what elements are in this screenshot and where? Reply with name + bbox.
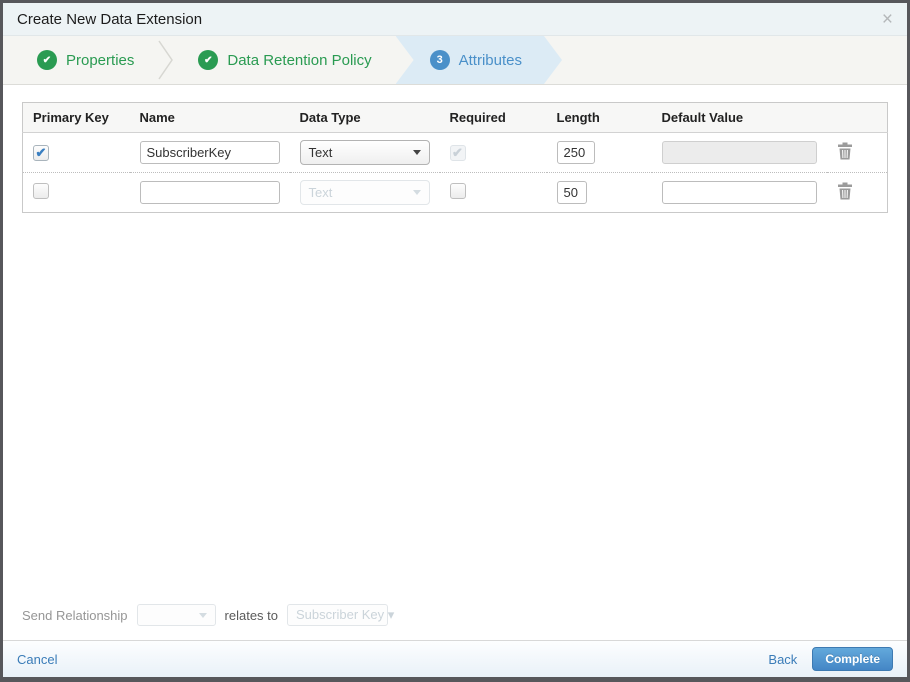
caret-down-icon — [412, 150, 421, 155]
table-header-row: Primary Key Name Data Type Required Leng… — [22, 102, 888, 133]
default-value-input — [661, 141, 817, 164]
back-link[interactable]: Back — [768, 652, 797, 667]
data-type-select[interactable]: Text — [299, 140, 430, 165]
wizard-steps: ✔ Properties ✔ Data Retention Policy 3 A… — [3, 36, 907, 85]
required-checkbox: ✔ — [449, 144, 466, 161]
modal-footer: Cancel Back Complete — [3, 640, 907, 677]
step-label: Data Retention Policy — [227, 51, 372, 69]
col-header-data-type: Data Type — [289, 102, 440, 133]
col-header-required: Required — [439, 102, 547, 133]
trash-icon[interactable] — [837, 182, 853, 203]
name-input[interactable] — [139, 141, 280, 164]
subscriber-key-select: Subscriber Key ▾ — [287, 604, 394, 626]
step-label: Attributes — [458, 51, 522, 69]
chevron-separator-icon — [158, 40, 174, 80]
required-checkbox[interactable] — [449, 183, 466, 199]
name-input[interactable] — [139, 181, 280, 204]
length-input[interactable] — [556, 141, 595, 164]
cancel-link[interactable]: Cancel — [17, 652, 57, 667]
modal-titlebar: Create New Data Extension × — [3, 3, 907, 36]
primary-key-checkbox[interactable] — [33, 183, 49, 199]
col-header-length: Length — [546, 102, 652, 133]
col-header-primary-key: Primary Key — [22, 102, 130, 133]
subscriber-key-value: Subscriber Key ▾ — [296, 607, 395, 622]
col-header-actions — [826, 102, 888, 133]
send-relationship-label: Send Relationship — [22, 607, 128, 623]
step-attributes[interactable]: 3 Attributes — [396, 36, 562, 84]
col-header-default-value: Default Value — [651, 102, 827, 133]
relates-to-label: relates to — [224, 607, 279, 623]
create-data-extension-modal: Create New Data Extension × ✔ Properties… — [0, 0, 910, 682]
data-type-select: Text — [299, 180, 430, 205]
step-data-retention-policy[interactable]: ✔ Data Retention Policy — [174, 36, 395, 84]
send-relationship-row: Send Relationship relates to Subscriber … — [3, 604, 907, 640]
data-type-value: Text — [308, 185, 333, 200]
send-relationship-select — [136, 604, 216, 626]
check-icon: ✔ — [198, 50, 219, 70]
complete-button[interactable]: Complete — [812, 647, 893, 671]
step-number-badge: 3 — [430, 50, 450, 70]
caret-down-icon — [412, 190, 421, 195]
default-value-input[interactable] — [661, 181, 817, 204]
modal-title: Create New Data Extension — [17, 10, 203, 28]
trash-icon[interactable] — [837, 142, 853, 163]
attribute-row-1: ✔ Text ✔ — [23, 133, 888, 173]
col-header-name: Name — [129, 102, 290, 133]
modal-body: Primary Key Name Data Type Required Leng… — [3, 85, 907, 640]
attribute-row-2: Text — [22, 172, 888, 213]
length-input[interactable] — [556, 181, 587, 204]
primary-key-checkbox[interactable]: ✔ — [33, 144, 49, 161]
attributes-table: Primary Key Name Data Type Required Leng… — [22, 102, 888, 213]
step-label: Properties — [66, 51, 135, 69]
step-properties[interactable]: ✔ Properties — [13, 36, 158, 84]
check-icon: ✔ — [37, 50, 57, 70]
data-type-value: Text — [308, 145, 333, 160]
caret-down-icon — [198, 612, 207, 618]
close-icon[interactable]: × — [882, 10, 893, 29]
